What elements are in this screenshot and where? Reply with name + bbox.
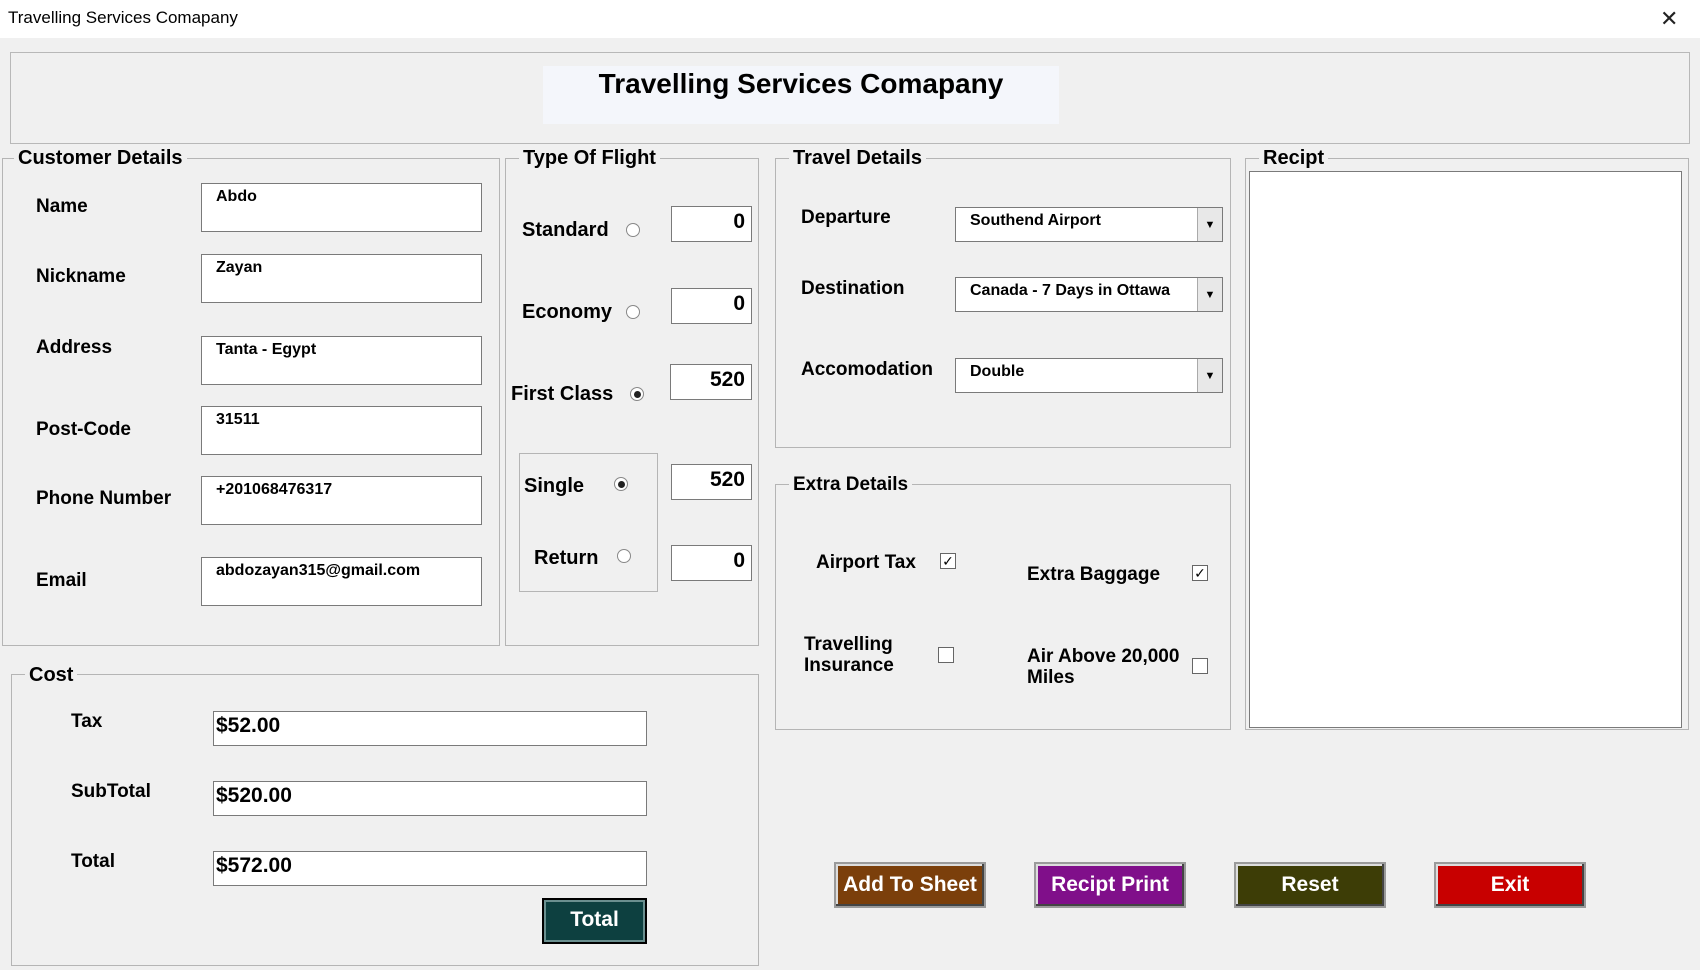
address-label: Address [36,337,113,358]
insurance-checkbox[interactable] [938,647,954,663]
standard-label: Standard [522,219,609,241]
economy-price-field[interactable]: 0 [671,288,752,324]
first-class-radio[interactable] [630,387,644,401]
phone-label: Phone Number [36,488,172,509]
air-miles-label-line1: Air Above 20,000 [1027,646,1180,667]
extra-baggage-label: Extra Baggage [1027,564,1161,585]
close-icon[interactable]: ✕ [1660,6,1678,32]
first-class-price-field[interactable]: 520 [670,364,752,400]
trip-type-box [519,453,658,592]
recipt-print-button[interactable]: Recipt Print [1034,862,1186,908]
extra-details-legend: Extra Details [789,474,913,496]
insurance-label: Travelling Insurance [804,634,894,676]
total-button[interactable]: Total [542,898,647,944]
exit-button[interactable]: Exit [1434,862,1586,908]
window-title: Travelling Services Comapany [8,8,238,27]
single-price-field[interactable]: 520 [671,464,752,500]
destination-dropdown[interactable]: Canada - 7 Days in Ottawa ▼ [955,277,1223,312]
receipt-textarea[interactable] [1249,171,1682,728]
cost-legend: Cost [25,664,78,686]
return-label: Return [534,547,599,569]
name-label: Name [36,196,88,217]
subtotal-field[interactable]: $520.00 [213,781,647,816]
standard-price-field[interactable]: 0 [671,206,752,242]
extra-details-group [775,484,1231,730]
extra-baggage-checkbox[interactable]: ✓ [1192,565,1208,581]
single-radio[interactable] [614,477,628,491]
customer-details-legend: Customer Details [14,147,187,169]
name-field[interactable]: Abdo [201,183,482,232]
departure-value: Southend Airport [970,212,1101,229]
nickname-field[interactable]: Zayan [201,254,482,303]
airport-tax-checkbox[interactable]: ✓ [940,553,956,569]
total-label: Total [71,851,115,872]
page-title: Travelling Services Comapany [598,68,1004,99]
chevron-down-icon[interactable]: ▼ [1197,278,1222,311]
economy-radio[interactable] [626,305,640,319]
air-miles-label-line2: Miles [1027,667,1075,688]
add-to-sheet-button[interactable]: Add To Sheet [834,862,986,908]
postcode-label: Post-Code [36,419,131,440]
subtotal-label: SubTotal [71,781,151,802]
departure-label: Departure [801,207,891,228]
travel-details-legend: Travel Details [789,147,926,169]
tax-field[interactable]: $52.00 [213,711,647,746]
address-field[interactable]: Tanta - Egypt [201,336,482,385]
air-miles-checkbox[interactable] [1192,658,1208,674]
email-field[interactable]: abdozayan315@gmail.com [201,557,482,606]
return-price-field[interactable]: 0 [671,545,752,581]
accommodation-label: Accomodation [801,359,933,380]
airport-tax-label: Airport Tax [816,552,916,573]
air-miles-label: Air Above 20,000 Miles [1027,646,1179,688]
phone-field[interactable]: +201068476317 [201,476,482,525]
economy-label: Economy [522,301,613,323]
chevron-down-icon[interactable]: ▼ [1197,359,1222,392]
email-label: Email [36,570,87,591]
accommodation-dropdown[interactable]: Double ▼ [955,358,1223,393]
single-label: Single [524,475,585,497]
total-field[interactable]: $572.00 [213,851,647,886]
tax-label: Tax [71,711,103,732]
insurance-label-line1: Travelling [804,634,893,655]
standard-radio[interactable] [626,223,640,237]
type-of-flight-legend: Type Of Flight [519,147,660,169]
accommodation-value: Double [970,363,1025,380]
destination-value: Canada - 7 Days in Ottawa [970,282,1171,299]
return-radio[interactable] [617,549,631,563]
nickname-label: Nickname [36,266,126,287]
reset-button[interactable]: Reset [1234,862,1386,908]
destination-label: Destination [801,278,905,299]
postcode-field[interactable]: 31511 [201,406,482,455]
first-class-label: First Class [511,383,614,405]
departure-dropdown[interactable]: Southend Airport ▼ [955,207,1223,242]
title-bar: Travelling Services Comapany ✕ [0,0,1700,38]
receipt-legend: Recipt [1259,147,1329,169]
insurance-label-line2: Insurance [804,655,894,676]
chevron-down-icon[interactable]: ▼ [1197,208,1222,241]
